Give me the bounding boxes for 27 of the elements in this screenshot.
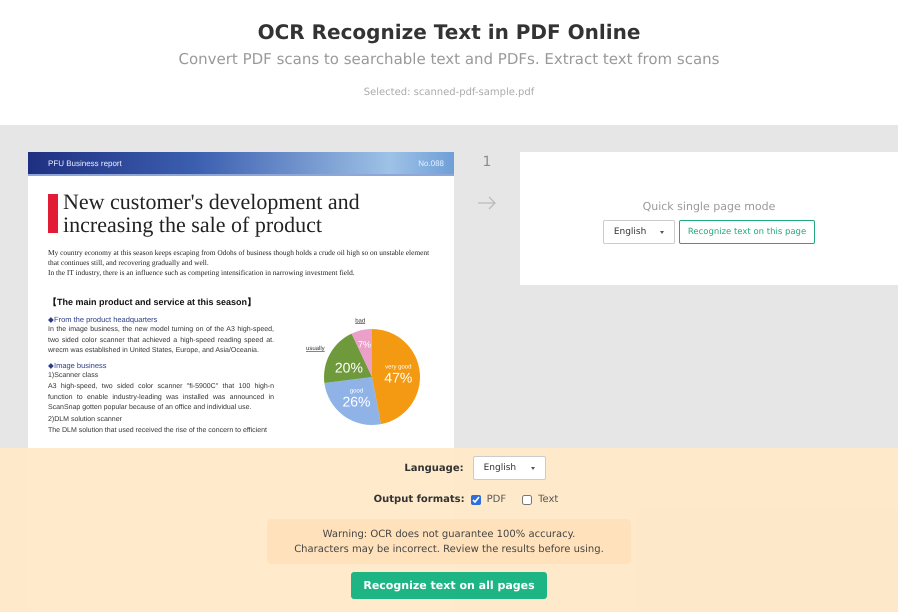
format-label: Text	[538, 494, 558, 505]
page-subtitle: Convert PDF scans to searchable text and PDFs. Extract text from scans	[178, 50, 720, 68]
slice-value-label: 47%	[384, 370, 412, 386]
quick-mode-label: Quick single page mode	[642, 200, 776, 213]
document-title: New customer's development and increasing the sale of product	[63, 190, 361, 236]
caret-icon	[530, 466, 535, 470]
language-select[interactable]: English	[472, 456, 546, 480]
slice-value-label: 26%	[342, 393, 371, 410]
output-formats-label: Output formats:	[374, 494, 465, 505]
slice-value-label: 20%	[334, 359, 363, 376]
language-select[interactable]: English	[602, 220, 675, 244]
warning-text: Characters may be incorrect. Review the results before using.	[294, 544, 604, 554]
format-checkbox[interactable]	[470, 494, 481, 504]
page-title: OCR Recognize Text in PDF Online	[258, 20, 640, 44]
language-label: Language:	[404, 462, 464, 474]
report-name: PFU Business report	[48, 158, 122, 168]
format-label: PDF	[486, 494, 506, 505]
warning-text: Warning: OCR does not guarantee 100% accuracy.	[322, 528, 576, 540]
format-checkbox[interactable]	[522, 494, 532, 504]
arrow-right-icon	[477, 196, 497, 210]
selected-file-label: Selected: scanned-pdf-sample.pdf	[364, 87, 534, 98]
title-accent-bar	[48, 194, 58, 233]
section-heading: 【The main product and service at this season】	[48, 296, 258, 309]
caret-icon	[660, 230, 664, 234]
page-number: 1	[482, 154, 492, 170]
issue-number: No.088	[418, 158, 444, 168]
slice-value-label: 7%	[358, 339, 371, 350]
